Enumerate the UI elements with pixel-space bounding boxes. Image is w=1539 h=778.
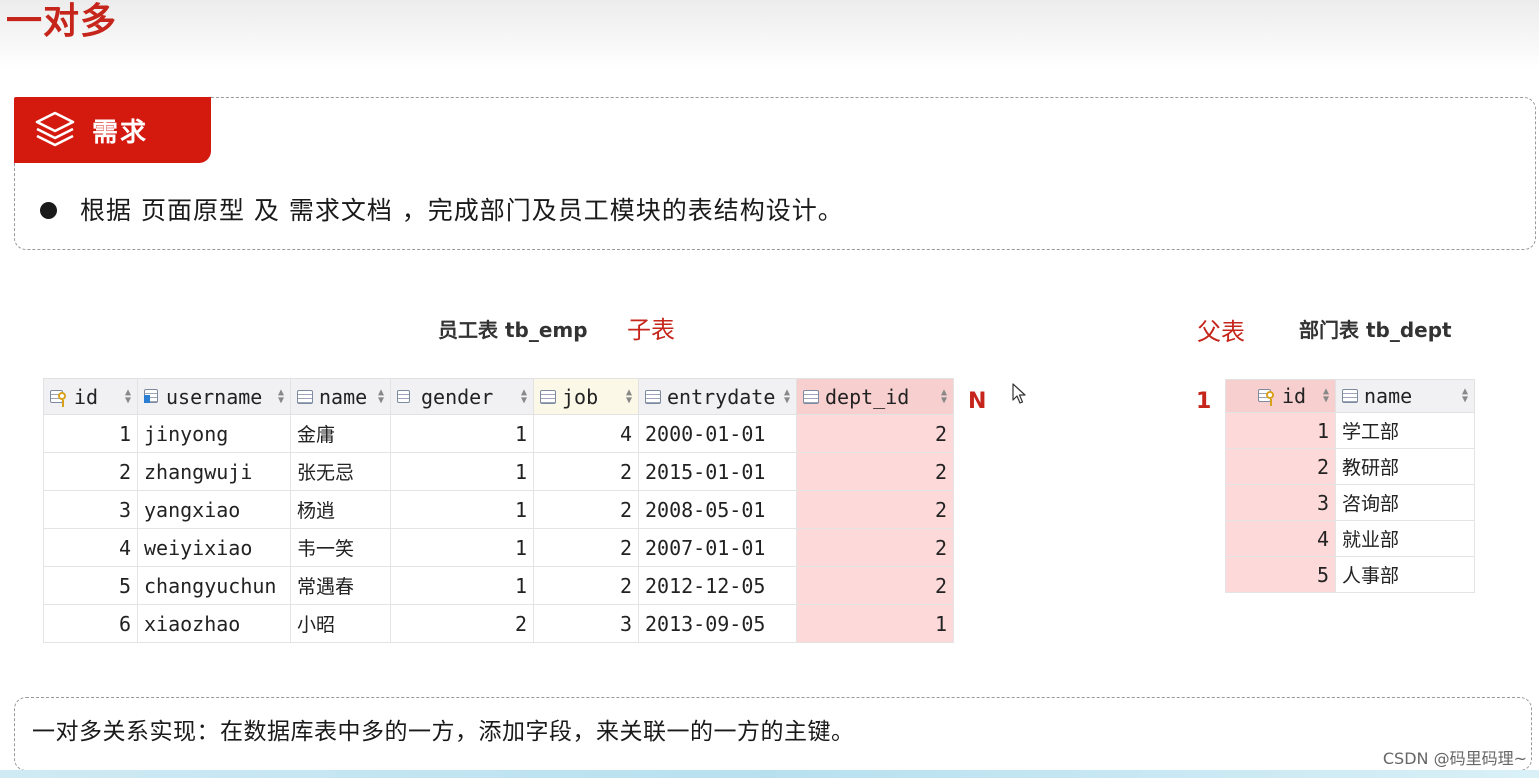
mouse-cursor-icon [1012, 383, 1026, 404]
table-row[interactable]: 5 人事部 [1225, 556, 1475, 593]
emp-table-label: 员工表 tb_emp [438, 318, 588, 342]
table-row[interactable]: 6 xiaozhao 小昭 2 3 2013-09-05 1 [43, 604, 954, 643]
table-row[interactable]: 5 changyuchun 常遇春 1 2 2012-12-05 2 [43, 566, 954, 605]
requirement-text: 根据 页面原型 及 需求文档 ，完成部门及员工模块的表结构设计。 [80, 196, 844, 225]
table-row[interactable]: 1 学工部 [1225, 412, 1475, 449]
index-column-icon [144, 389, 160, 404]
page-title: 一对多 [6, 1, 118, 42]
column-header-username[interactable]: username ▲ ▼ [137, 378, 291, 415]
sort-icon[interactable]: ▲ ▼ [1323, 387, 1329, 405]
sort-icon[interactable]: ▲ ▼ [1462, 387, 1468, 405]
primary-key-icon [1258, 388, 1276, 406]
sort-icon[interactable]: ▲ ▼ [521, 387, 527, 405]
column-header-job[interactable]: job ▲ ▼ [533, 378, 639, 415]
column-header-dept-id[interactable]: dept_id ▲ ▼ [796, 378, 954, 415]
column-header-name[interactable]: name ▲ ▼ [290, 378, 391, 415]
sort-icon[interactable]: ▲ ▼ [626, 387, 632, 405]
requirement-tag-label: 需求 [92, 117, 149, 148]
column-icon [540, 389, 556, 404]
layers-icon [35, 111, 75, 147]
table-row[interactable]: 4 weiyixiao 韦一笑 1 2 2007-01-01 2 [43, 528, 954, 567]
bottom-decoration [0, 770, 1539, 778]
column-icon [803, 389, 819, 404]
table-row[interactable]: 3 yangxiao 杨逍 1 2 2008-05-01 2 [43, 490, 954, 529]
sort-icon[interactable]: ▲ ▼ [941, 387, 947, 405]
table-row[interactable]: 1 jinyong 金庸 1 4 2000-01-01 2 [43, 414, 954, 453]
sort-icon[interactable]: ▲ ▼ [784, 387, 790, 405]
column-icon [397, 389, 415, 405]
column-icon [1342, 389, 1358, 403]
table-row[interactable]: 3 咨询部 [1225, 484, 1475, 521]
cardinality-1: 1 [1196, 389, 1212, 414]
table-row[interactable]: 2 教研部 [1225, 448, 1475, 485]
column-header-id[interactable]: id ▲ ▼ [43, 378, 138, 415]
column-header-gender[interactable]: gender ▲ ▼ [390, 378, 534, 415]
column-icon [645, 389, 661, 404]
note-text: 一对多关系实现：在数据库表中多的一方，添加字段，来关联一的一方的主键。 [32, 719, 855, 745]
child-table-label: 子表 [627, 316, 675, 344]
parent-table-label: 父表 [1197, 318, 1245, 346]
watermark: CSDN @码里码理~ [1382, 749, 1527, 768]
dept-table-label: 部门表 tb_dept [1299, 318, 1452, 342]
column-icon [297, 389, 313, 404]
column-header-id[interactable]: id ▲ ▼ [1225, 379, 1336, 413]
cardinality-n: N [968, 389, 987, 414]
column-header-entrydate[interactable]: entrydate ▲ ▼ [638, 378, 797, 415]
title-band [0, 0, 1539, 70]
sort-icon[interactable]: ▲ ▼ [125, 387, 131, 405]
sort-icon[interactable]: ▲ ▼ [278, 387, 284, 405]
requirement-tag: 需求 [14, 97, 211, 163]
table-row[interactable]: 2 zhangwuji 张无忌 1 2 2015-01-01 2 [43, 452, 954, 491]
dept-table: id ▲ ▼ name ▲ ▼ 1 学工部 2 教研部 3 咨询部 4 就业部 5 人事部 [1225, 379, 1475, 593]
primary-key-icon [50, 389, 68, 407]
bullet-dot [40, 202, 57, 219]
table-row[interactable]: 4 就业部 [1225, 520, 1475, 557]
column-header-name[interactable]: name ▲ ▼ [1335, 379, 1475, 413]
emp-table: id ▲ ▼ username ▲ ▼ name ▲ ▼ gender ▲ ▼ job ▲ ▼ en… [43, 378, 954, 643]
sort-icon[interactable]: ▲ ▼ [378, 387, 384, 405]
